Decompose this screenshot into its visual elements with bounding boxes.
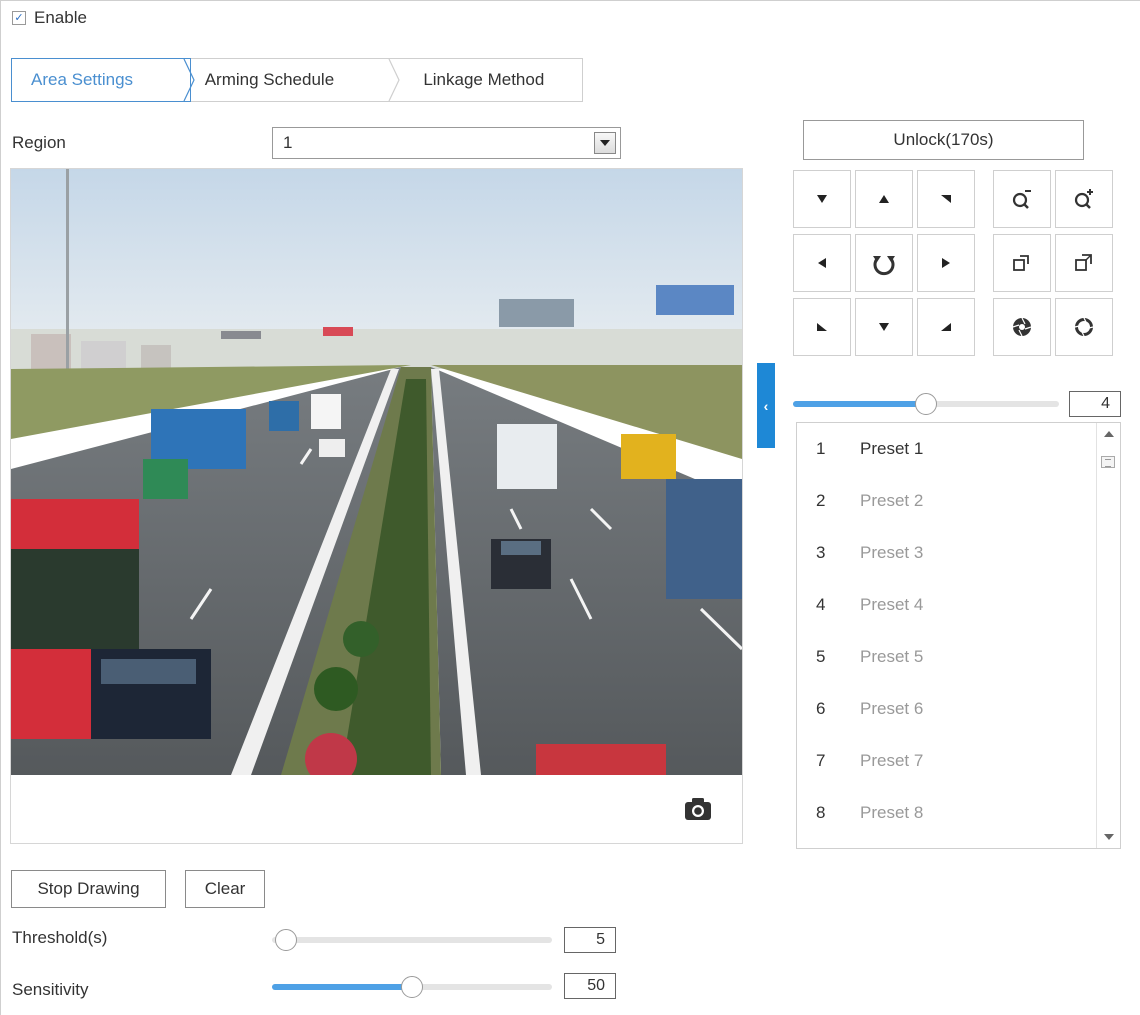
region-select[interactable]: 1 xyxy=(272,127,621,159)
preset-scrollbar[interactable] xyxy=(1096,423,1120,848)
arrow-down-icon xyxy=(817,195,827,203)
pan-up-left-button[interactable] xyxy=(793,170,851,228)
iris-open-icon xyxy=(1074,317,1094,337)
preset-name: Preset 7 xyxy=(860,751,924,770)
pan-left-button[interactable] xyxy=(793,234,851,292)
arrow-down-icon xyxy=(879,323,889,331)
preset-number: 3 xyxy=(816,543,826,562)
ptz-speed-slider[interactable] xyxy=(793,393,1059,415)
auto-rotate-button[interactable] xyxy=(855,234,913,292)
focus-far-button[interactable] xyxy=(1055,234,1113,292)
preset-item[interactable]: 8 Preset 8 xyxy=(797,787,1097,839)
pan-right-button[interactable] xyxy=(917,234,975,292)
pan-down-left-button[interactable] xyxy=(793,298,851,356)
preset-name: Preset 5 xyxy=(860,647,924,666)
preset-name: Preset 6 xyxy=(860,699,924,718)
sensitivity-value[interactable]: 50 xyxy=(564,973,616,999)
ptz-speed-fill xyxy=(793,401,926,407)
ptz-speed-value[interactable]: 4 xyxy=(1069,391,1121,417)
scroll-thumb[interactable] xyxy=(1101,456,1115,468)
ptz-control-grid xyxy=(793,170,1121,360)
zoom-out-icon xyxy=(1012,190,1031,209)
preset-number: 8 xyxy=(816,803,826,822)
preset-item[interactable]: 5 Preset 5 xyxy=(797,631,1097,683)
collapse-panel-button[interactable]: ‹ xyxy=(757,363,775,448)
focus-near-button[interactable] xyxy=(993,234,1051,292)
tab-label: Area Settings xyxy=(31,70,134,89)
arrow-up-icon xyxy=(879,195,889,203)
live-video[interactable] xyxy=(11,169,742,775)
threshold-value[interactable]: 5 xyxy=(564,927,616,953)
zoom-in-icon xyxy=(1074,189,1093,209)
focus-near-icon xyxy=(1013,255,1029,271)
preset-name: Preset 3 xyxy=(860,543,924,562)
region-label: Region xyxy=(12,133,66,152)
preset-number: 6 xyxy=(816,699,826,718)
tab-bar: Area Settings Arming Schedule Linkage Me… xyxy=(11,58,583,102)
preset-item[interactable]: 1 Preset 1 xyxy=(797,423,1097,475)
tab-label: Arming Schedule xyxy=(204,70,335,89)
enable-checkbox[interactable]: ✓ xyxy=(12,11,26,25)
scroll-up-icon[interactable] xyxy=(1104,431,1114,437)
tab-area-settings[interactable]: Area Settings xyxy=(11,58,195,102)
camera-snapshot-icon[interactable] xyxy=(684,797,712,821)
unlock-button[interactable]: Unlock(170s) xyxy=(803,120,1084,160)
sensitivity-label: Sensitivity xyxy=(12,980,89,999)
pan-down-button[interactable] xyxy=(855,298,913,356)
chevron-down-icon[interactable] xyxy=(594,132,616,154)
preset-number: 7 xyxy=(816,751,826,770)
preset-item[interactable]: 3 Preset 3 xyxy=(797,527,1097,579)
tab-arming-schedule[interactable]: Arming Schedule xyxy=(191,59,400,101)
preset-list: 1 Preset 1 2 Preset 2 3 Preset 3 4 Preset 4 5 Pre… xyxy=(796,422,1121,849)
ptz-speed-handle[interactable] xyxy=(915,393,937,415)
iris-open-button[interactable] xyxy=(1055,298,1113,356)
preset-name: Preset 8 xyxy=(860,803,924,822)
zoom-in-button[interactable] xyxy=(1055,170,1113,228)
preset-name: Preset 2 xyxy=(860,491,924,510)
arrow-up-right-icon xyxy=(817,323,827,331)
preset-item[interactable]: 2 Preset 2 xyxy=(797,475,1097,527)
threshold-label: Threshold(s) xyxy=(12,928,108,947)
highway-scene-image xyxy=(11,169,742,775)
arrow-left-icon xyxy=(818,258,826,268)
threshold-handle[interactable] xyxy=(275,929,297,951)
tab-linkage-method[interactable]: Linkage Method xyxy=(395,59,582,101)
sensitivity-slider[interactable] xyxy=(272,976,552,998)
arrow-right-icon xyxy=(942,258,950,268)
stop-drawing-button[interactable]: Stop Drawing xyxy=(11,870,166,908)
iris-close-icon xyxy=(1012,317,1032,337)
tab-label: Linkage Method xyxy=(423,70,545,89)
preset-item[interactable]: 6 Preset 6 xyxy=(797,683,1097,735)
chevron-left-icon: ‹ xyxy=(763,397,769,414)
arrow-down-left-icon xyxy=(941,195,951,203)
sensitivity-handle[interactable] xyxy=(401,976,423,998)
video-panel xyxy=(10,168,743,844)
focus-far-icon xyxy=(1075,254,1092,271)
preset-item[interactable]: 4 Preset 4 xyxy=(797,579,1097,631)
threshold-slider[interactable] xyxy=(272,929,552,951)
scroll-down-icon[interactable] xyxy=(1104,834,1114,840)
pan-up-right-button[interactable] xyxy=(917,170,975,228)
preset-number: 2 xyxy=(816,491,826,510)
preset-number: 4 xyxy=(816,595,826,614)
pan-down-right-button[interactable] xyxy=(917,298,975,356)
preset-name: Preset 1 xyxy=(860,439,924,458)
region-value: 1 xyxy=(283,133,293,152)
enable-row: ✓ Enable xyxy=(12,8,87,28)
clear-button[interactable]: Clear xyxy=(185,870,265,908)
preset-name: Preset 4 xyxy=(860,595,924,614)
arrow-up-left-icon xyxy=(941,323,951,331)
pan-up-button[interactable] xyxy=(855,170,913,228)
enable-label: Enable xyxy=(34,8,87,27)
iris-close-button[interactable] xyxy=(993,298,1051,356)
zoom-out-button[interactable] xyxy=(993,170,1051,228)
preset-number: 1 xyxy=(816,439,826,458)
preset-item[interactable]: 7 Preset 7 xyxy=(797,735,1097,787)
rotate-icon xyxy=(873,256,895,276)
sensitivity-fill xyxy=(272,984,412,990)
preset-number: 5 xyxy=(816,647,826,666)
